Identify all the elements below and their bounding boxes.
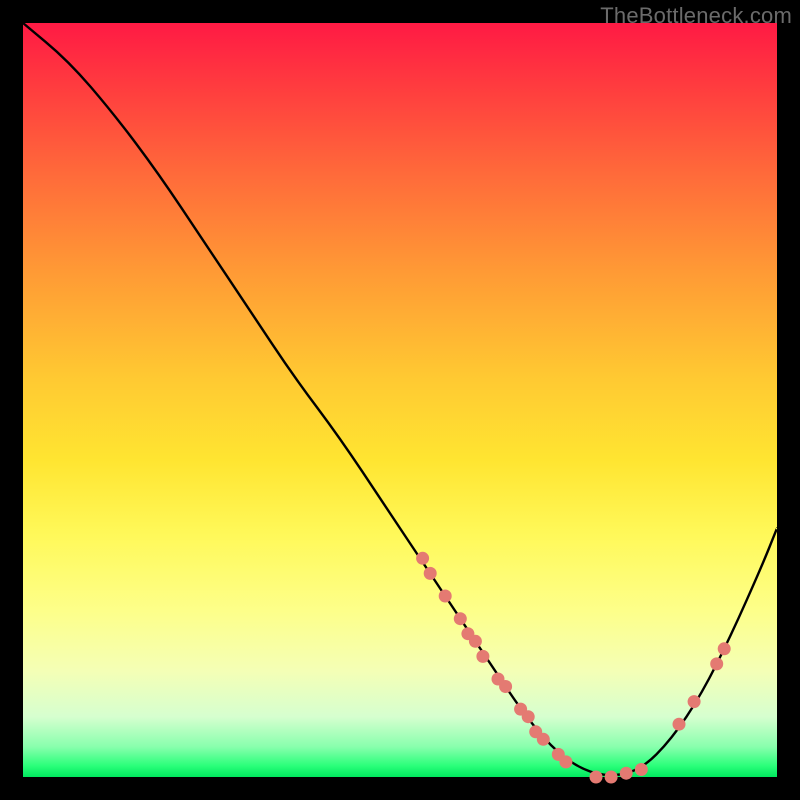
curve-marker: [416, 552, 429, 565]
curve-marker: [522, 710, 535, 723]
curve-marker: [424, 567, 437, 580]
curve-marker: [559, 755, 572, 768]
curve-marker: [476, 650, 489, 663]
curve-marker: [710, 657, 723, 670]
watermark-text: TheBottleneck.com: [600, 3, 792, 29]
curve-marker: [439, 590, 452, 603]
bottleneck-chart-svg: [23, 23, 777, 777]
curve-marker: [635, 763, 648, 776]
curve-marker: [469, 635, 482, 648]
curve-markers-group: [416, 552, 731, 784]
curve-marker: [537, 733, 550, 746]
curve-marker: [620, 767, 633, 780]
curve-marker: [718, 642, 731, 655]
curve-marker: [605, 771, 618, 784]
curve-marker: [499, 680, 512, 693]
chart-plot-area: [23, 23, 777, 777]
curve-marker: [688, 695, 701, 708]
curve-marker: [454, 612, 467, 625]
curve-marker: [673, 718, 686, 731]
curve-marker: [590, 771, 603, 784]
bottleneck-curve-path: [23, 23, 777, 775]
